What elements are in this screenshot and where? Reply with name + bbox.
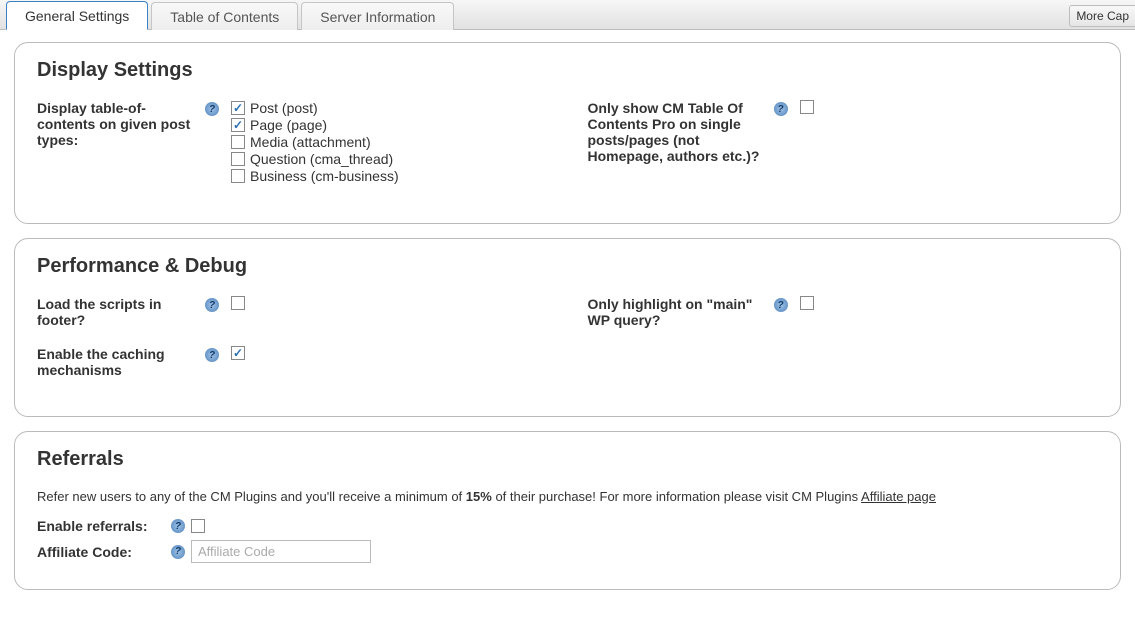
panel-referrals: Referrals Refer new users to any of the … <box>14 431 1121 590</box>
affiliate-code-input[interactable] <box>191 540 371 563</box>
referral-description: Refer new users to any of the CM Plugins… <box>37 489 1098 504</box>
heading-performance-debug: Performance & Debug <box>37 255 1098 278</box>
label-enable-caching: Enable the caching mechanisms <box>37 346 200 378</box>
help-icon[interactable] <box>205 298 219 312</box>
label-question: Question (cma_thread) <box>250 151 393 167</box>
help-icon[interactable] <box>774 298 788 312</box>
checkbox-question[interactable] <box>231 152 245 166</box>
label-affiliate-code: Affiliate Code: <box>37 544 165 560</box>
tab-table-of-contents[interactable]: Table of Contents <box>151 2 298 30</box>
checkbox-media[interactable] <box>231 135 245 149</box>
checkbox-business[interactable] <box>231 169 245 183</box>
post-type-checkbox-group: Post (post) Page (page) Media (attachmen… <box>231 100 399 185</box>
help-icon[interactable] <box>171 545 185 559</box>
label-post: Post (post) <box>250 100 318 116</box>
label-media: Media (attachment) <box>250 134 371 150</box>
more-capabilities-button[interactable]: More Cap <box>1069 5 1135 27</box>
heading-referrals: Referrals <box>37 448 1098 471</box>
label-business: Business (cm-business) <box>250 168 399 184</box>
label-post-types: Display table-of-contents on given post … <box>37 100 200 148</box>
checkbox-page[interactable] <box>231 118 245 132</box>
affiliate-page-link[interactable]: Affiliate page <box>861 489 936 504</box>
label-single-only: Only show CM Table Of Contents Pro on si… <box>588 100 769 164</box>
label-enable-referrals: Enable referrals: <box>37 518 165 534</box>
heading-display-settings: Display Settings <box>37 59 1098 82</box>
tab-general-settings[interactable]: General Settings <box>6 1 148 30</box>
tab-server-information[interactable]: Server Information <box>301 2 454 30</box>
help-icon[interactable] <box>205 102 219 116</box>
checkbox-single-only[interactable] <box>800 100 814 114</box>
label-page: Page (page) <box>250 117 327 133</box>
help-icon[interactable] <box>205 348 219 362</box>
panel-display-settings: Display Settings Display table-of-conten… <box>14 42 1121 224</box>
label-scripts-footer: Load the scripts in footer? <box>37 296 200 328</box>
tab-bar: General Settings Table of Contents Serve… <box>0 0 1135 30</box>
panel-performance-debug: Performance & Debug Load the scripts in … <box>14 238 1121 417</box>
checkbox-scripts-footer[interactable] <box>231 296 245 310</box>
checkbox-post[interactable] <box>231 101 245 115</box>
checkbox-enable-referrals[interactable] <box>191 519 205 533</box>
help-icon[interactable] <box>774 102 788 116</box>
label-main-query: Only highlight on "main" WP query? <box>588 296 769 328</box>
checkbox-main-query[interactable] <box>800 296 814 310</box>
checkbox-enable-caching[interactable] <box>231 346 245 360</box>
help-icon[interactable] <box>171 519 185 533</box>
